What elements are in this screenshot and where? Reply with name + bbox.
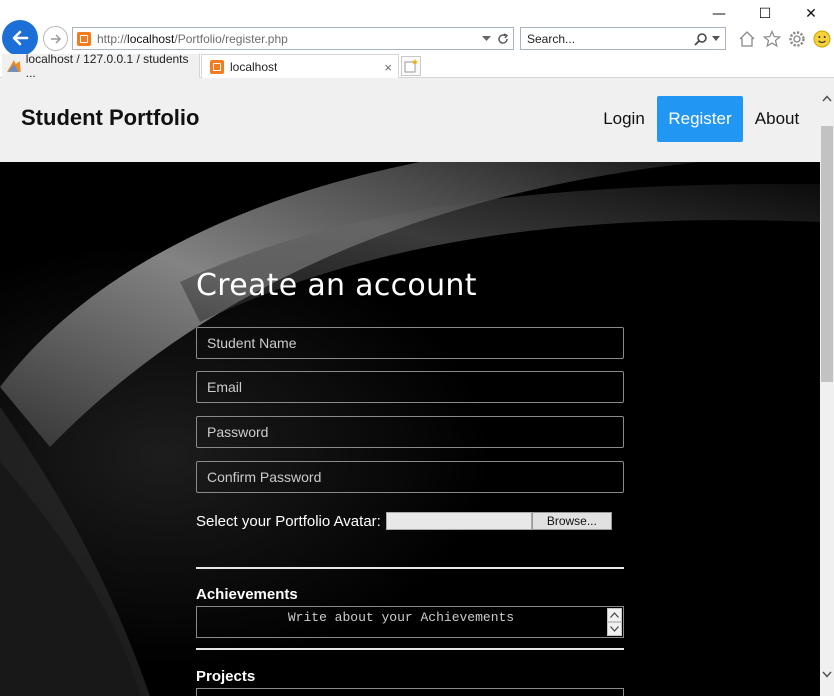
divider: [196, 648, 624, 650]
dropdown-icon[interactable]: [482, 35, 491, 42]
window-controls: — ☐ ✕: [696, 0, 834, 28]
nav-register-link[interactable]: Register: [657, 96, 743, 142]
student-name-input[interactable]: Student Name: [196, 327, 624, 359]
address-bar[interactable]: http://localhost/Portfolio/register.php: [72, 27, 514, 50]
maximize-button[interactable]: ☐: [742, 0, 788, 28]
site-favicon-icon: [77, 31, 91, 46]
favorites-star-icon[interactable]: [762, 29, 781, 48]
avatar-label: Select your Portfolio Avatar:: [196, 512, 381, 530]
projects-label: Projects: [196, 668, 256, 685]
tab-label: localhost: [230, 60, 278, 74]
page-viewport: Student Portfolio Login Register About C…: [0, 78, 820, 696]
email-input[interactable]: Email: [196, 371, 624, 403]
avatar-file-path[interactable]: [385, 512, 532, 530]
nav-login-link[interactable]: Login: [595, 96, 653, 142]
scroll-down-icon[interactable]: [607, 622, 622, 636]
achievements-textarea[interactable]: Write about your Achievements: [196, 606, 624, 638]
forward-button[interactable]: [43, 26, 68, 51]
browser-toolbar-icons: [737, 27, 831, 50]
tab-label: localhost / 127.0.0.1 / students ...: [25, 52, 189, 80]
brand-title[interactable]: Student Portfolio: [21, 105, 199, 131]
search-placeholder: Search...: [527, 31, 576, 46]
close-window-button[interactable]: ✕: [788, 0, 834, 28]
browse-button[interactable]: Browse...: [531, 512, 612, 530]
divider: [196, 567, 624, 569]
phpmyadmin-icon: [6, 60, 21, 72]
search-dropdown-icon[interactable]: [712, 36, 720, 41]
textarea-scrollbar[interactable]: [607, 608, 622, 636]
back-button[interactable]: [2, 20, 38, 56]
close-tab-icon[interactable]: ×: [384, 60, 392, 75]
search-box[interactable]: Search...: [520, 27, 726, 50]
achievements-label: Achievements: [196, 586, 298, 603]
scroll-up-icon[interactable]: [820, 92, 834, 104]
settings-gear-icon[interactable]: [787, 29, 806, 48]
home-icon[interactable]: [737, 29, 756, 48]
search-icon[interactable]: [694, 32, 708, 46]
refresh-icon[interactable]: [497, 32, 509, 45]
tab-localhost[interactable]: localhost ×: [201, 54, 399, 79]
new-tab-button[interactable]: [401, 56, 421, 76]
achievements-placeholder: Write about your Achievements: [287, 610, 515, 625]
hero-section: Create an account Student Name Email Pas…: [0, 162, 820, 696]
scroll-down-icon[interactable]: [820, 668, 834, 680]
nav-about-link[interactable]: About: [747, 96, 807, 142]
site-navbar: Student Portfolio Login Register About: [0, 78, 820, 162]
password-input[interactable]: Password: [196, 416, 624, 448]
address-url: http://localhost/Portfolio/register.php: [97, 31, 288, 46]
tab-phpmyadmin[interactable]: localhost / 127.0.0.1 / students ...: [2, 52, 200, 80]
scrollbar-thumb[interactable]: [821, 126, 833, 382]
new-tab-icon: [404, 59, 418, 73]
forward-icon: [50, 33, 61, 44]
browser-chrome: — ☐ ✕ http://localhost/Portfolio/registe…: [0, 0, 834, 80]
projects-textarea[interactable]: [196, 688, 624, 696]
avatar-upload-row: Select your Portfolio Avatar: Browse...: [196, 512, 612, 530]
page-scrollbar[interactable]: [820, 78, 834, 696]
smiley-feedback-icon[interactable]: [812, 29, 831, 48]
site-favicon-icon: [210, 60, 224, 74]
back-icon: [12, 30, 29, 46]
form-title: Create an account: [196, 268, 477, 303]
scroll-up-icon[interactable]: [607, 608, 622, 622]
confirm-password-input[interactable]: Confirm Password: [196, 461, 624, 493]
minimize-button[interactable]: —: [696, 0, 742, 28]
